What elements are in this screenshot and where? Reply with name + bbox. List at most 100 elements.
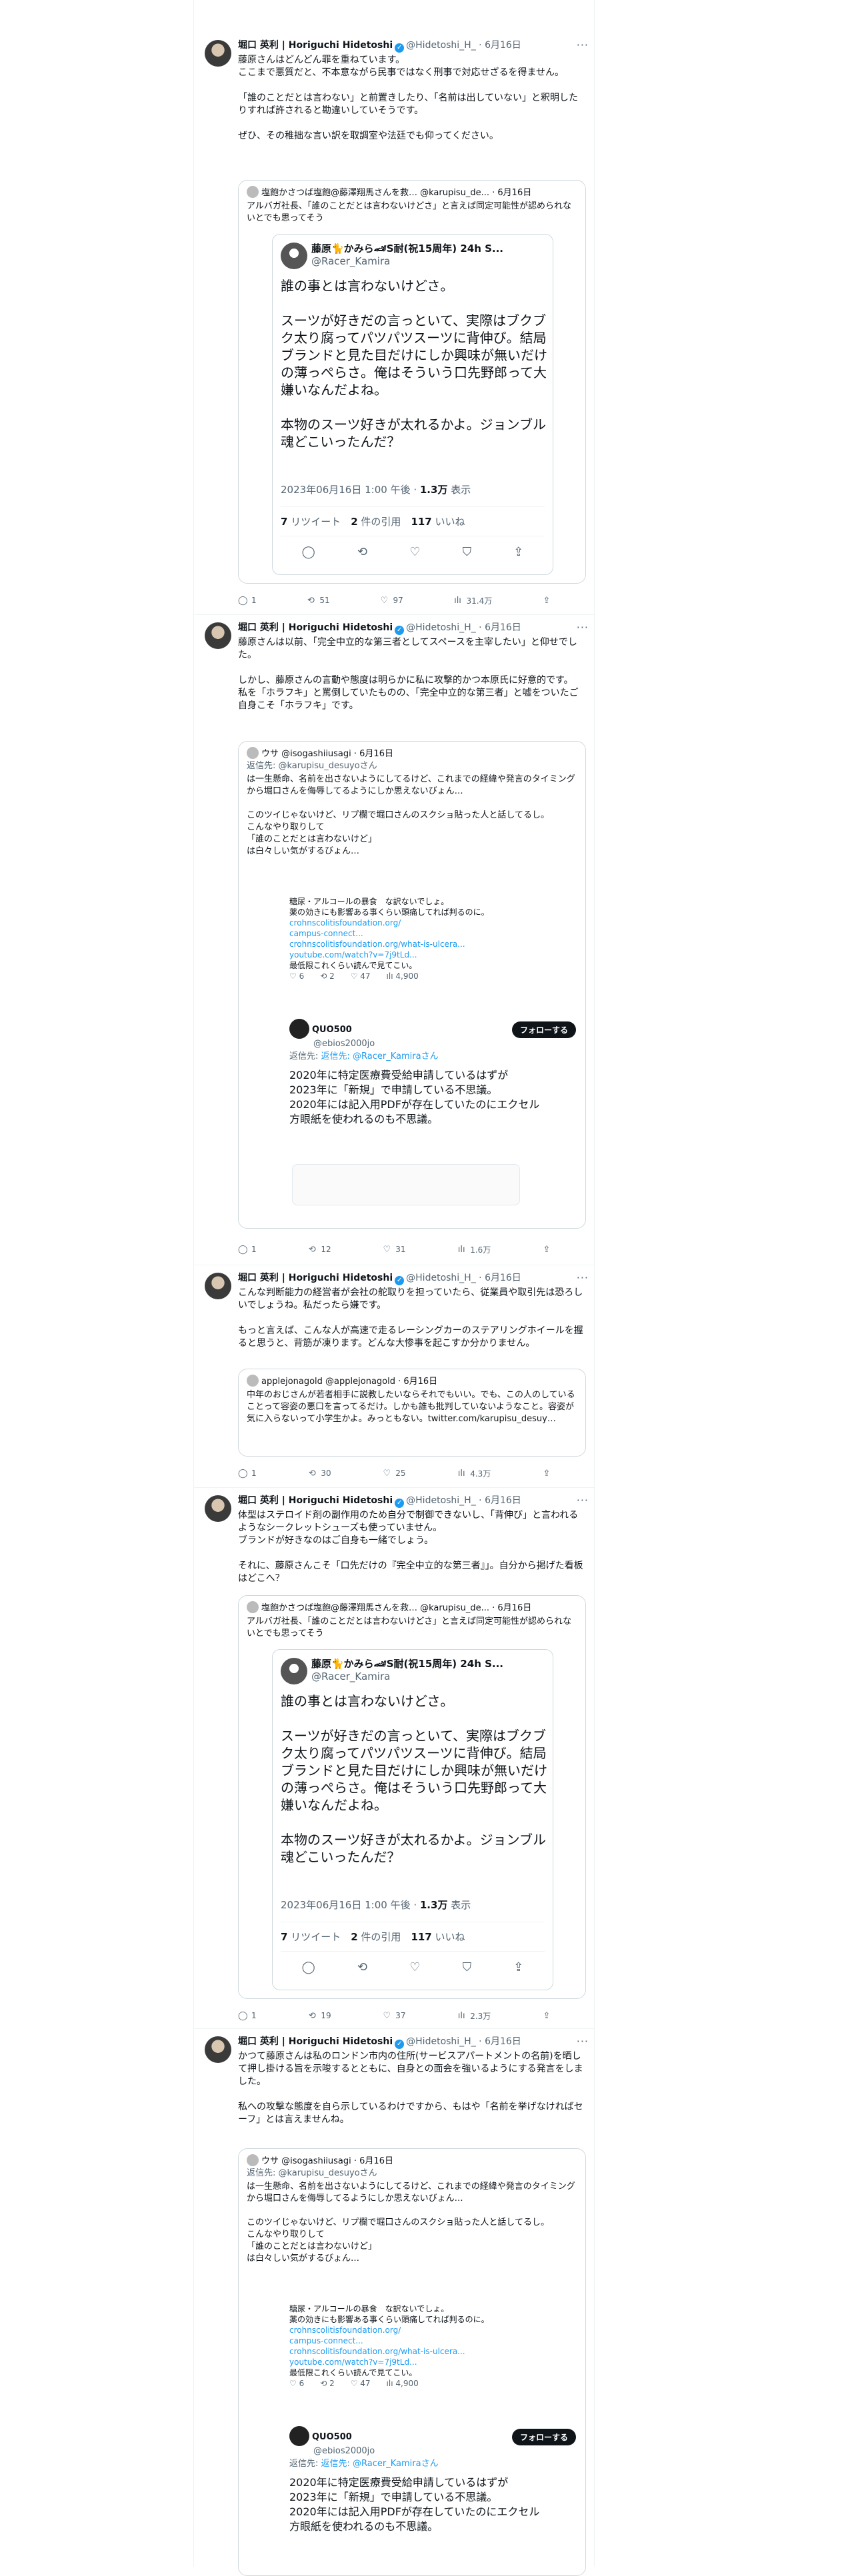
nested-text: 糖尿・アルコールの暴食 な訳ないでしょ。 薬の効きにも影響ある事くらい頭痛してれ… — [289, 897, 489, 981]
bookmark-icon[interactable]: ⛉ — [463, 545, 472, 559]
racer-actions: ◯ ⟲ ♡ ⛉ ⇪ — [281, 1960, 545, 1974]
share-button[interactable]: ⇪ — [542, 593, 551, 608]
share-icon[interactable]: ⇪ — [513, 1960, 523, 1974]
racer-tweet-card[interactable]: 藤原🐈かみら🏎S耐(祝15周年) 24h S... @Racer_Kamira 誰… — [272, 234, 553, 575]
author-name[interactable]: 堀口 英利 | Horiguchi Hidetoshi — [238, 40, 393, 51]
link[interactable]: youtube.com/watch?v=7j9tLd... — [289, 950, 417, 960]
link[interactable]: campus-connect... — [289, 2336, 363, 2345]
reply-button[interactable]: ◯ 1 — [238, 1466, 257, 1481]
views-button[interactable]: ılı 1.6万 — [457, 1242, 491, 1257]
link[interactable]: campus-connect... — [289, 929, 363, 938]
avatar[interactable] — [205, 1495, 231, 1522]
racer-name: 藤原🐈かみら🏎S耐(祝15周年) 24h S... — [311, 243, 504, 255]
retweet-button[interactable]: ⟲ 30 — [307, 1466, 331, 1481]
tweet-date[interactable]: · 6月16日 — [479, 2036, 521, 2047]
follow-button[interactable]: フォローする — [511, 1021, 576, 1038]
verified-badge-icon: ✓ — [395, 43, 405, 53]
reply-button[interactable]: ◯ 1 — [238, 2008, 257, 2023]
verified-badge-icon: ✓ — [395, 2040, 405, 2049]
racer-actions: ◯ ⟲ ♡ ⛉ ⇪ — [281, 545, 545, 559]
author-name[interactable]: 堀口 英利 | Horiguchi Hidetoshi — [238, 622, 393, 633]
racer-handle: @Racer_Kamira — [311, 1670, 391, 1682]
tweet[interactable]: 堀口 英利 | Horiguchi Hidetoshi ✓ @Hidetoshi_H… — [194, 1265, 594, 1488]
author-handle[interactable]: @Hidetoshi_H_ — [406, 2036, 476, 2047]
author-name[interactable]: 堀口 英利 | Horiguchi Hidetoshi — [238, 1273, 393, 1283]
link[interactable]: crohnscolitisfoundation.org/what-is-ulce… — [289, 940, 465, 949]
quoted-tweet[interactable]: ウサ @isogashiiusagi · 6月16日 返信先: @karupis… — [238, 741, 586, 1229]
retweet-icon: ⟲ — [308, 1244, 316, 1255]
like-button[interactable]: ♡ 25 — [382, 1466, 405, 1481]
follow-button[interactable]: フォローする — [511, 2429, 576, 2445]
views-button[interactable]: ılı 4.3万 — [457, 1466, 491, 1481]
quoted-tweet[interactable]: applejonagold @applejonagold · 6月16日 中年の… — [238, 1369, 586, 1457]
racer-text: 誰の事とは言わないけどさ。 スーツが好きだの言っといて、実際はブクブク太り腐って… — [281, 1693, 547, 1865]
link[interactable]: crohnscolitisfoundation.org/ — [289, 918, 401, 928]
retweet-icon[interactable]: ⟲ — [357, 545, 367, 559]
like-button[interactable]: ♡ 37 — [382, 2008, 405, 2023]
views-button[interactable]: ılı 31.4万 — [453, 593, 492, 608]
reply-icon[interactable]: ◯ — [302, 545, 315, 559]
share-icon: ⇪ — [543, 1468, 551, 1479]
tweet[interactable]: 堀口 英利 | Horiguchi Hidetoshi ✓ @Hidetoshi_H… — [194, 614, 594, 1265]
avatar[interactable] — [205, 622, 231, 649]
like-icon: ♡ — [380, 595, 389, 606]
retweet-icon[interactable]: ⟲ — [357, 1960, 367, 1974]
quoted-tweet[interactable]: ウサ @isogashiiusagi · 6月16日 返信先: @karupis… — [238, 2148, 586, 2576]
share-button[interactable]: ⇪ — [542, 1242, 551, 1257]
tweet-date[interactable]: · 6月16日 — [479, 40, 521, 51]
avatar[interactable] — [205, 2036, 231, 2063]
more-icon[interactable]: ··· — [577, 1494, 589, 1507]
author-handle[interactable]: @Hidetoshi_H_ — [406, 40, 476, 51]
racer-stats: 7 リツイート 2 件の引用 117 いいね — [281, 1931, 465, 1943]
reply-icon[interactable]: ◯ — [302, 1960, 315, 1974]
link[interactable]: youtube.com/watch?v=7j9tLd... — [289, 2357, 417, 2367]
avatar[interactable] — [205, 1273, 231, 1299]
avatar[interactable] — [205, 40, 231, 67]
like-icon[interactable]: ♡ — [409, 545, 420, 559]
share-button[interactable]: ⇪ — [542, 2008, 551, 2023]
more-icon[interactable]: ··· — [577, 39, 589, 51]
racer-tweet-card[interactable]: 藤原🐈かみら🏎S耐(祝15周年) 24h S... @Racer_Kamira 誰… — [272, 1649, 553, 1990]
more-icon[interactable]: ··· — [577, 1271, 589, 1284]
tweet-actions: ◯ 1 ⟲ 12 ♡ 31 ılı 1.6万 ⇪ — [238, 1242, 551, 1257]
author-handle[interactable]: @Hidetoshi_H_ — [406, 622, 476, 633]
share-button[interactable]: ⇪ — [542, 1466, 551, 1481]
like-button[interactable]: ♡ 31 — [382, 1242, 405, 1257]
quote-text: は一生懸命、名前を出さないようにしてるけど、これまでの経緯や発言のタイミングから… — [247, 774, 575, 856]
retweet-button[interactable]: ⟲ 51 — [306, 593, 330, 608]
quoted-tweet[interactable]: 塩飽かさつば塩飽@藤澤翔馬さんを救… @karupisu_de... · 6月1… — [238, 180, 586, 584]
tweet[interactable]: 堀口 英利 | Horiguchi Hidetoshi ✓ @Hidetoshi_H… — [194, 2028, 594, 2576]
more-icon[interactable]: ··· — [577, 2035, 589, 2048]
link[interactable]: crohnscolitisfoundation.org/what-is-ulce… — [289, 2347, 465, 2356]
link[interactable]: crohnscolitisfoundation.org/ — [289, 2325, 401, 2335]
bookmark-icon[interactable]: ⛉ — [463, 1960, 472, 1974]
retweet-button[interactable]: ⟲ 19 — [307, 2008, 331, 2023]
tweet-date[interactable]: · 6月16日 — [479, 1273, 521, 1283]
screenshot-image[interactable] — [292, 1164, 520, 1205]
verified-badge-icon: ✓ — [395, 1499, 405, 1508]
tweet-text: こんな判断能力の経営者が会社の舵取りを担っていたら、従業員や取引先は恐ろしいでし… — [238, 1287, 583, 1349]
reply-icon: ◯ — [238, 2010, 248, 2021]
nested-text: 糖尿・アルコールの暴食 な訳ないでしょ。 薬の効きにも影響ある事くらい頭痛してれ… — [289, 2304, 489, 2388]
author-handle[interactable]: @Hidetoshi_H_ — [406, 1495, 476, 1506]
like-button[interactable]: ♡ 97 — [379, 593, 403, 608]
quo-text: 2020年に特定医療費受給申請しているはずが 2023年に「新規」で申請している… — [289, 1069, 540, 1125]
author-handle[interactable]: @Hidetoshi_H_ — [406, 1273, 476, 1283]
reply-button[interactable]: ◯ 1 — [238, 1242, 257, 1257]
retweet-icon: ⟲ — [308, 2010, 316, 2021]
tweet[interactable]: 堀口 英利 | Horiguchi Hidetoshi ✓ @Hidetoshi_H… — [194, 32, 594, 615]
racer-avatar — [281, 1658, 307, 1684]
author-name[interactable]: 堀口 英利 | Horiguchi Hidetoshi — [238, 1495, 393, 1506]
share-icon[interactable]: ⇪ — [513, 545, 523, 559]
tweet-date[interactable]: · 6月16日 — [479, 622, 521, 633]
tweet[interactable]: 堀口 英利 | Horiguchi Hidetoshi ✓ @Hidetoshi_H… — [194, 1487, 594, 2029]
retweet-button[interactable]: ⟲ 12 — [307, 1242, 331, 1257]
author-name[interactable]: 堀口 英利 | Horiguchi Hidetoshi — [238, 2036, 393, 2047]
reply-button[interactable]: ◯ 1 — [238, 593, 257, 608]
like-icon[interactable]: ♡ — [409, 1960, 420, 1974]
views-button[interactable]: ılı 2.3万 — [457, 2008, 491, 2023]
more-icon[interactable]: ··· — [577, 621, 589, 634]
like-icon: ♡ — [383, 2010, 391, 2021]
quoted-tweet[interactable]: 塩飽かさつば塩飽@藤澤翔馬さんを救… @karupisu_de... · 6月1… — [238, 1595, 586, 1999]
tweet-date[interactable]: · 6月16日 — [479, 1495, 521, 1506]
